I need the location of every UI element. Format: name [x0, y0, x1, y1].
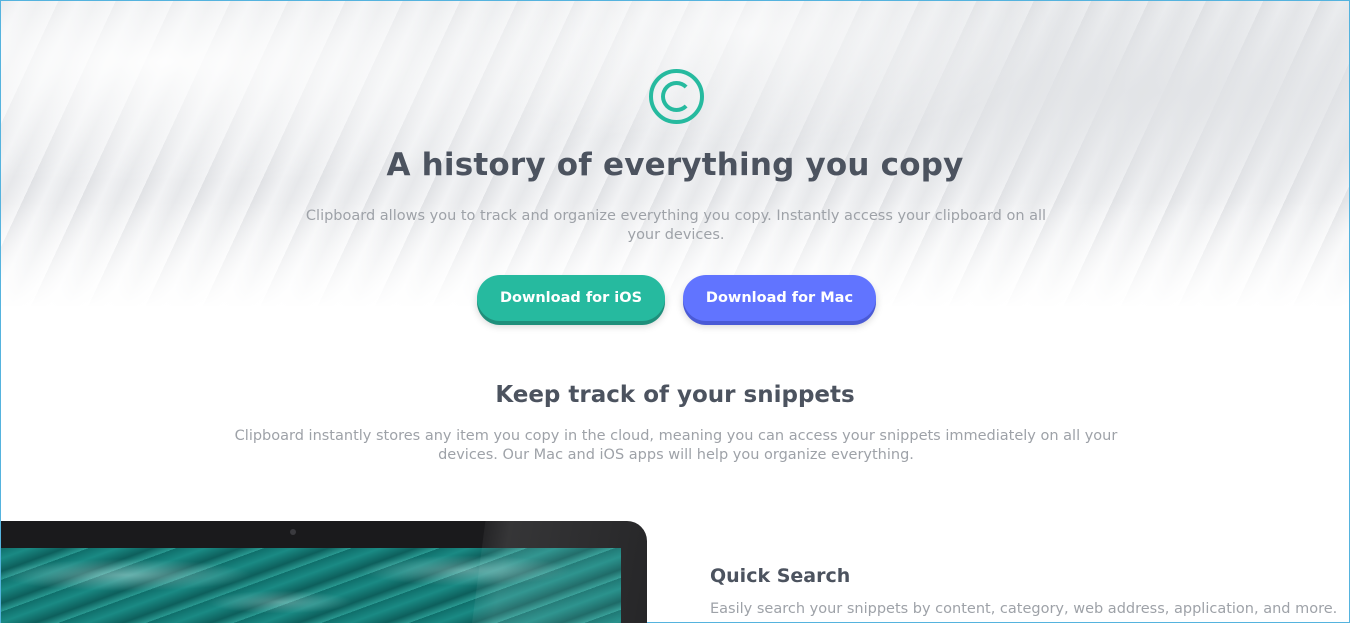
snippets-title: Keep track of your snippets: [495, 382, 855, 408]
quick-search-text: Easily search your snippets by content, …: [710, 601, 1338, 617]
screen-glare: [471, 521, 647, 623]
download-ios-button[interactable]: Download for iOS: [477, 275, 665, 321]
hero-subtitle: Clipboard allows you to track and organi…: [305, 208, 1047, 243]
copyright-icon-inner: [661, 81, 692, 112]
copyright-icon: [649, 69, 704, 124]
camera-dot: [290, 529, 296, 535]
quick-search-title: Quick Search: [710, 565, 851, 587]
hero-title: A history of everything you copy: [386, 147, 964, 183]
snippets-text: Clipboard instantly stores any item you …: [234, 428, 1118, 463]
computer-mockup-image: [1, 521, 647, 623]
download-mac-button[interactable]: Download for Mac: [683, 275, 876, 321]
